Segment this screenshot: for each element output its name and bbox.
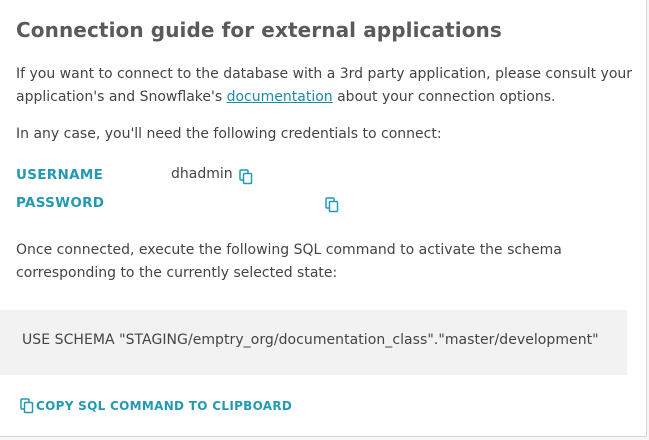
password-label: PASSWORD	[16, 195, 105, 211]
copy-icon	[20, 398, 34, 414]
intro-paragraph: If you want to connect to the database w…	[16, 63, 636, 109]
copy-sql-button[interactable]: COPY SQL COMMAND TO CLIPBOARD	[20, 397, 292, 415]
documentation-link[interactable]: documentation	[227, 89, 333, 105]
page-title: Connection guide for external applicatio…	[16, 18, 502, 42]
username-value: dhadmin	[171, 166, 233, 182]
sql-instructions: Once connected, execute the following SQ…	[16, 242, 562, 281]
credentials-intro: In any case, you'll need the following c…	[16, 126, 442, 142]
sql-command: USE SCHEMA "STAGING/emptry_org/documenta…	[22, 332, 599, 348]
sql-code-block: USE SCHEMA "STAGING/emptry_org/documenta…	[0, 310, 627, 375]
copy-sql-label: COPY SQL COMMAND TO CLIPBOARD	[36, 399, 293, 413]
connection-guide-panel: Connection guide for external applicatio…	[0, 0, 647, 437]
username-label: USERNAME	[16, 167, 104, 183]
copy-icon[interactable]	[239, 169, 253, 185]
intro-text-end: about your connection options.	[332, 89, 556, 105]
copy-icon[interactable]	[325, 197, 339, 213]
